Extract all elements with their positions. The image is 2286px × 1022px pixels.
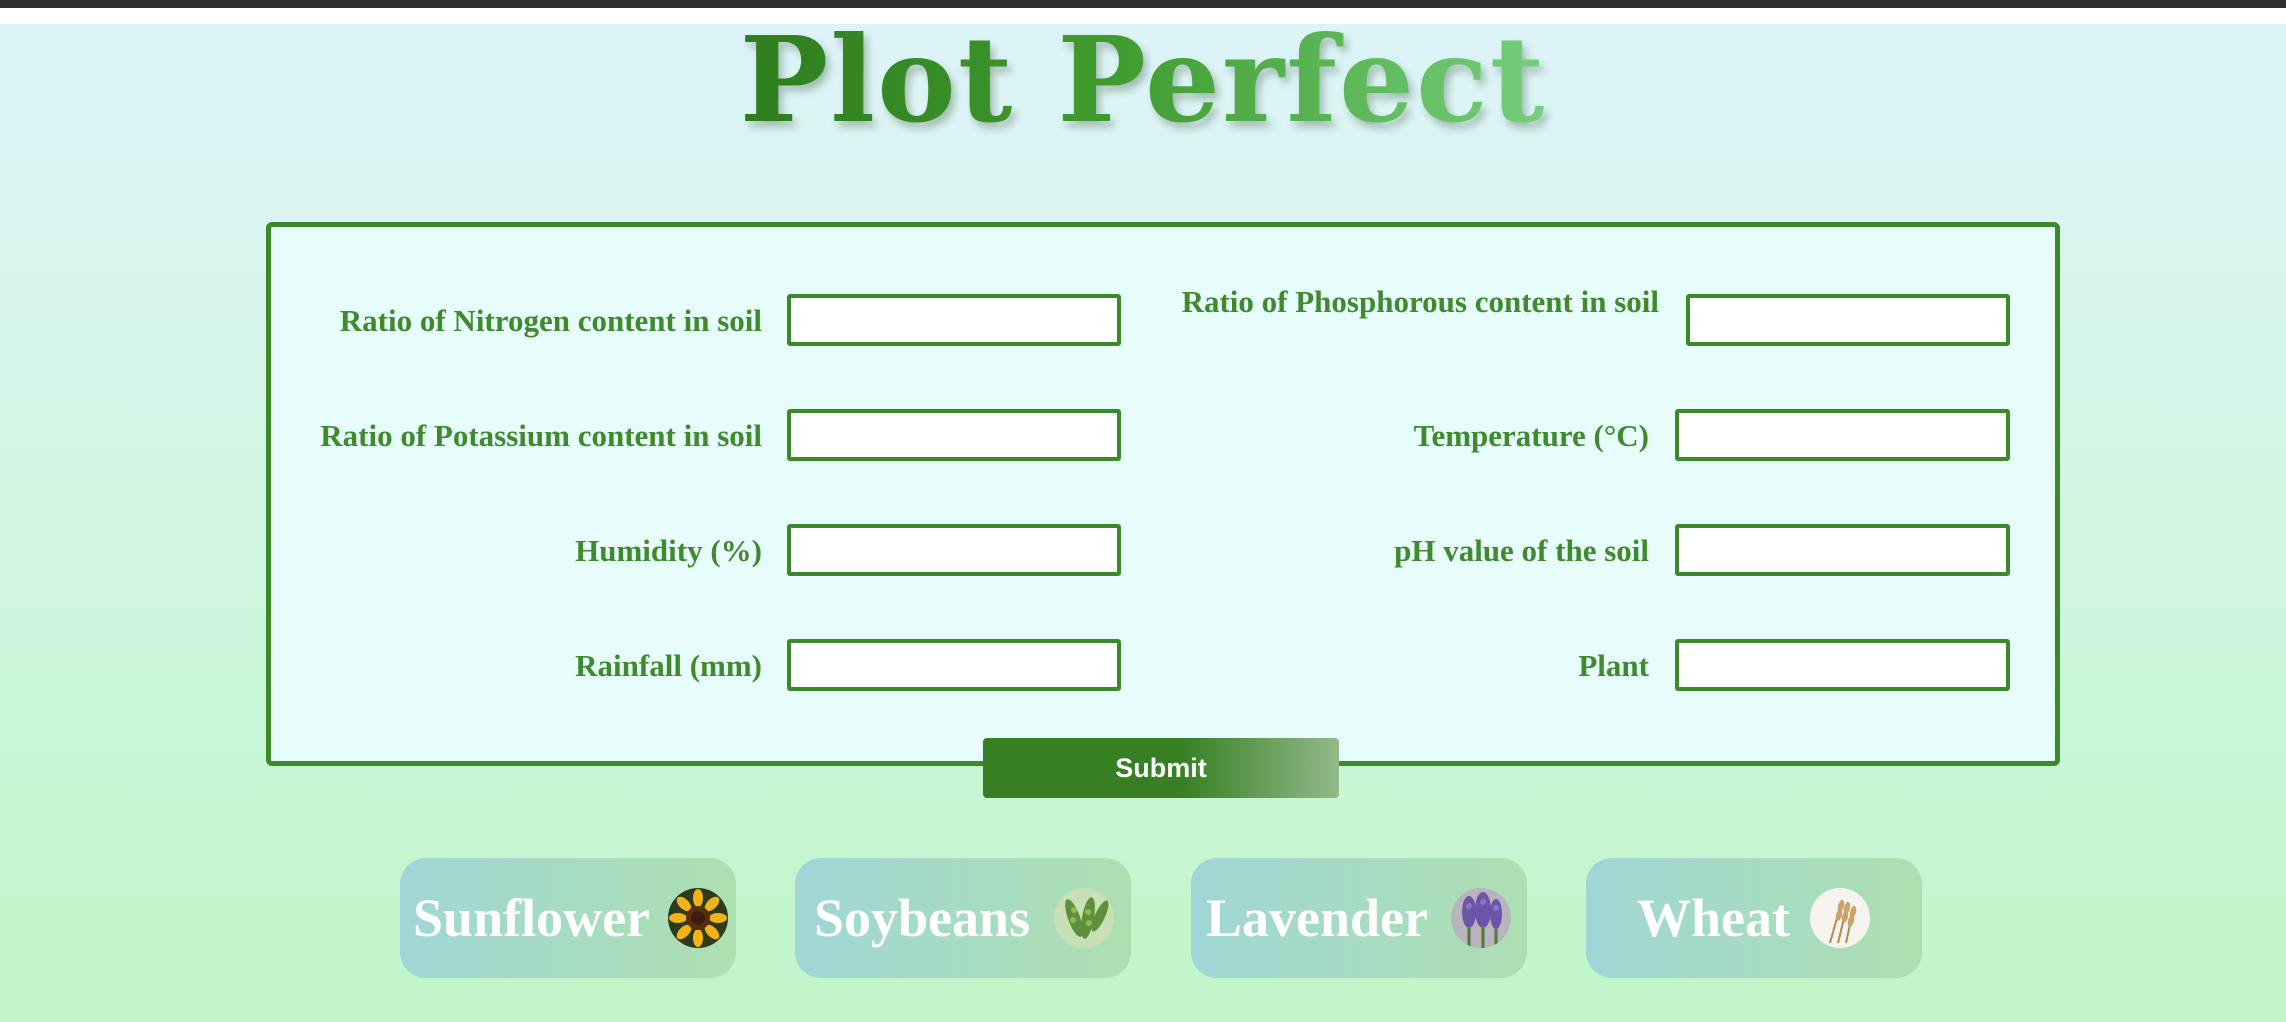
plant-card-sunflower-label: Sunflower (413, 888, 651, 948)
plant-card-sunflower[interactable]: Sunflower (400, 858, 736, 978)
plant-card-soybeans[interactable]: Soybeans (795, 858, 1131, 978)
plant-card-lavender[interactable]: Lavender (1191, 858, 1527, 978)
nitrogen-label: Ratio of Nitrogen content in soil (339, 303, 762, 338)
lavender-icon (1451, 888, 1511, 948)
ph-input[interactable] (1675, 524, 2010, 576)
ph-label: pH value of the soil (1394, 533, 1649, 568)
temperature-label: Temperature (°C) (1413, 418, 1649, 453)
humidity-input[interactable] (787, 524, 1121, 576)
plant-card-wheat[interactable]: Wheat (1586, 858, 1922, 978)
plant-card-wheat-label: Wheat (1637, 888, 1790, 948)
plant-label: Plant (1578, 648, 1649, 683)
submit-button[interactable]: Submit (983, 738, 1339, 798)
browser-top-bar (0, 0, 2286, 8)
phosphorous-label: Ratio of Phosphorous content in soil (1181, 284, 1659, 319)
potassium-input[interactable] (787, 409, 1121, 461)
rainfall-label: Rainfall (mm) (575, 648, 762, 683)
nitrogen-input[interactable] (787, 294, 1121, 346)
rainfall-input[interactable] (787, 639, 1121, 691)
humidity-label: Humidity (%) (575, 533, 762, 568)
wheat-icon (1810, 888, 1870, 948)
sunflower-icon (668, 888, 728, 948)
plant-card-soybeans-label: Soybeans (814, 888, 1031, 948)
plant-input[interactable] (1675, 639, 2010, 691)
phosphorous-input[interactable] (1686, 294, 2010, 346)
plant-card-lavender-label: Lavender (1206, 888, 1428, 948)
temperature-input[interactable] (1675, 409, 2010, 461)
soybeans-icon (1054, 888, 1114, 948)
page-title-text: Plot Perfect (739, 10, 1547, 149)
page-title: Plot Perfect (0, 10, 2286, 150)
potassium-label: Ratio of Potassium content in soil (320, 418, 762, 453)
